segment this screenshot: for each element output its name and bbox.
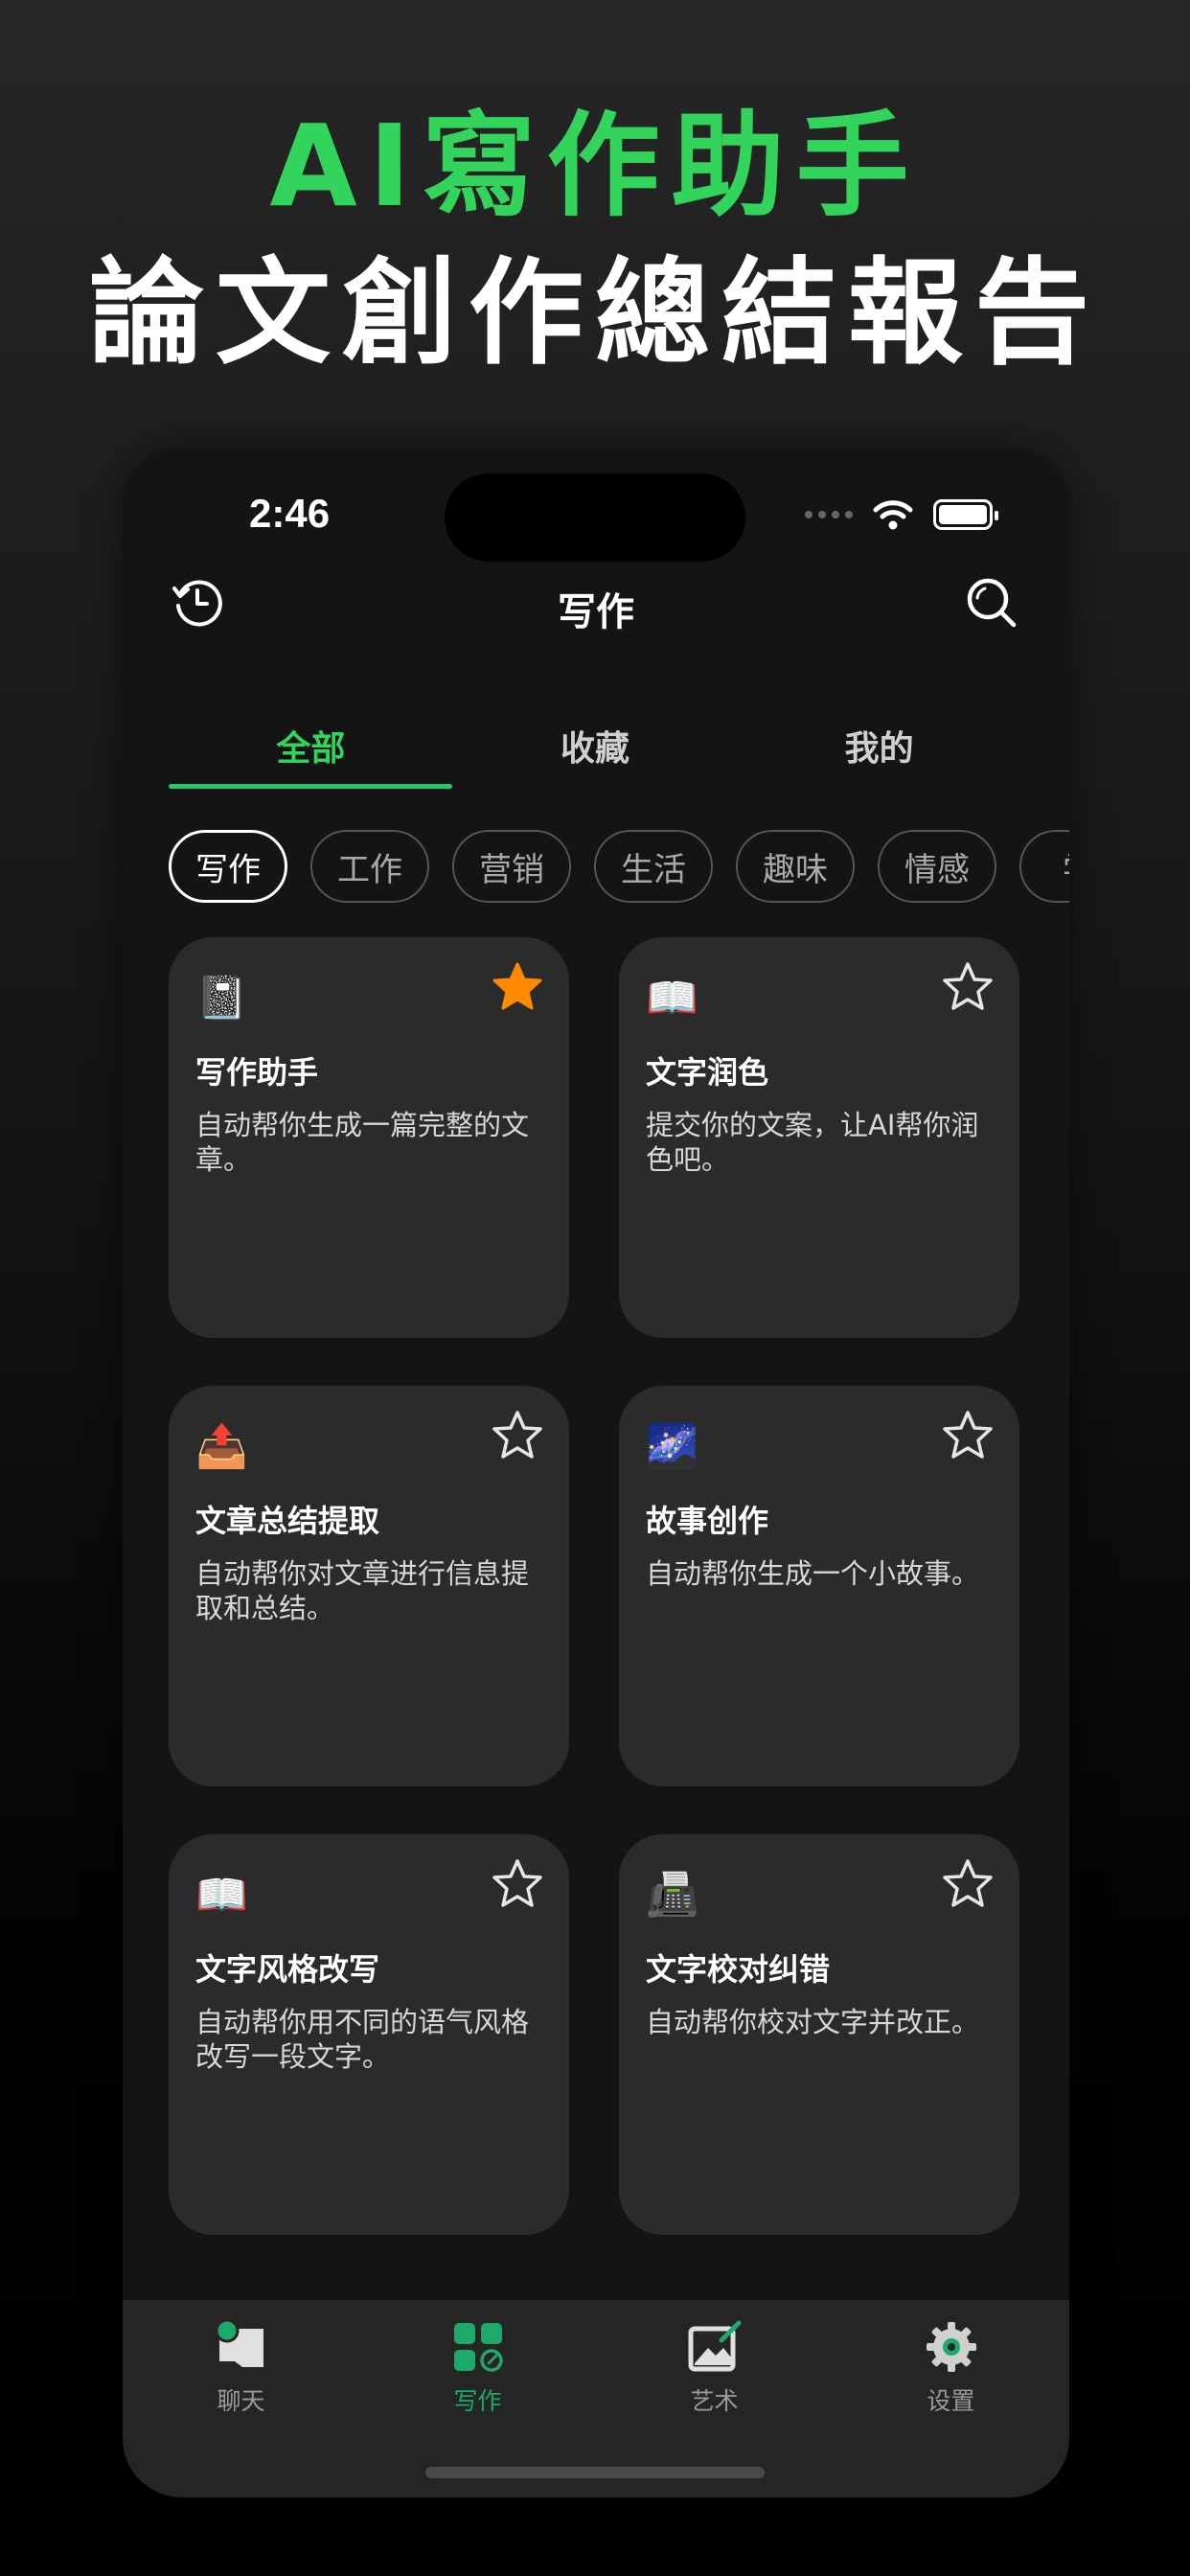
gear-icon — [926, 2322, 976, 2372]
tool-card-text-polish[interactable]: 📖 文字润色 提交你的文案，让AI帮你润色吧。 — [619, 937, 1019, 1338]
card-title: 文章总结提取 — [195, 1503, 380, 1539]
category-tabs: 全部 收藏 我的 — [169, 721, 1021, 778]
tool-card-writing-assistant[interactable]: 📓 写作助手 自动帮你生成一篇完整的文章。 — [169, 937, 569, 1338]
card-description: 自动帮你校对文字并改正。 — [646, 2006, 980, 2038]
status-indicators — [805, 498, 998, 531]
star-outline-icon[interactable] — [941, 1857, 995, 1911]
battery-icon — [933, 499, 998, 530]
cellular-signal-icon — [805, 511, 853, 518]
tabbar-label: 艺术 — [690, 2387, 739, 2415]
tabbar-item-writing[interactable]: 写作 — [359, 2319, 596, 2417]
open-book-icon: 📖 — [195, 1871, 248, 1920]
bottom-tab-bar: 聊天 写作 艺术 设置 — [123, 2300, 1069, 2497]
writing-grid-icon — [453, 2323, 503, 2372]
card-title: 写作助手 — [195, 1054, 319, 1091]
active-tab-indicator — [169, 784, 452, 789]
tabbar-label: 聊天 — [217, 2387, 265, 2415]
search-icon[interactable] — [964, 575, 1019, 631]
home-indicator — [425, 2467, 765, 2478]
night-scene-icon: 🌌 — [646, 1422, 698, 1471]
tool-card-grid: 📓 写作助手 自动帮你生成一篇完整的文章。 📖 文字润色 提交你的文案，让AI帮… — [169, 937, 1019, 2235]
notebook-icon: 📓 — [195, 974, 248, 1023]
promo-headline-title: AI寫作助手 — [269, 100, 921, 232]
card-description: 自动帮你用不同的语气风格改写一段文字。 — [195, 2006, 530, 2073]
card-title: 文字校对纠错 — [646, 1951, 831, 1988]
tabbar-label: 设置 — [927, 2387, 975, 2415]
tab-all[interactable]: 全部 — [169, 721, 453, 778]
favorite-star-icon[interactable] — [491, 960, 544, 1014]
tool-card-article-summary[interactable]: 📤 文章总结提取 自动帮你对文章进行信息提取和总结。 — [169, 1386, 569, 1786]
card-description: 自动帮你对文章进行信息提取和总结。 — [195, 1557, 530, 1624]
tabbar-item-settings[interactable]: 设置 — [833, 2319, 1069, 2417]
art-icon — [688, 2320, 741, 2372]
fax-machine-icon: 📠 — [646, 1871, 698, 1920]
chat-icon — [215, 2319, 263, 2367]
tool-card-story-creation[interactable]: 🌌 故事创作 自动帮你生成一个小故事。 — [619, 1386, 1019, 1786]
card-title: 故事创作 — [646, 1503, 769, 1539]
chip-emotion[interactable]: 情感 — [878, 830, 996, 903]
promo-headline-subtitle: 論文創作總結報告 — [89, 247, 1101, 380]
filter-chips: 写作 工作 营销 生活 趣味 情感 学 — [169, 830, 1069, 907]
tool-card-style-rewrite[interactable]: 📖 文字风格改写 自动帮你用不同的语气风格改写一段文字。 — [169, 1834, 569, 2235]
star-outline-icon[interactable] — [941, 960, 995, 1014]
dynamic-island — [445, 473, 745, 562]
tabbar-label: 写作 — [453, 2387, 502, 2415]
chip-fun[interactable]: 趣味 — [736, 830, 855, 903]
card-title: 文字风格改写 — [195, 1951, 380, 1988]
wifi-icon — [873, 500, 913, 530]
star-outline-icon[interactable] — [941, 1409, 995, 1462]
chip-life[interactable]: 生活 — [594, 830, 713, 903]
open-book-icon: 📖 — [646, 974, 698, 1023]
chip-study[interactable]: 学 — [1019, 830, 1069, 903]
card-description: 提交你的文案，让AI帮你润色吧。 — [646, 1109, 979, 1176]
phone-screen: 2:46 写作 全部 收藏 我的 写作 工作 营销 生活 趣味 情感 学 — [123, 447, 1069, 2497]
card-description: 自动帮你生成一篇完整的文章。 — [195, 1109, 530, 1176]
chip-writing[interactable]: 写作 — [169, 830, 287, 903]
tabbar-item-chat[interactable]: 聊天 — [123, 2319, 359, 2417]
chip-work[interactable]: 工作 — [310, 830, 429, 903]
tabbar-item-art[interactable]: 艺术 — [596, 2319, 833, 2417]
outbox-tray-icon: 📤 — [195, 1422, 248, 1471]
card-title: 文字润色 — [646, 1054, 769, 1091]
star-outline-icon[interactable] — [491, 1857, 544, 1911]
page-title: 写作 — [558, 590, 634, 634]
tool-card-proofreading[interactable]: 📠 文字校对纠错 自动帮你校对文字并改正。 — [619, 1834, 1019, 2235]
status-time: 2:46 — [249, 491, 331, 536]
chip-marketing[interactable]: 营销 — [452, 830, 571, 903]
star-outline-icon[interactable] — [491, 1409, 544, 1462]
tab-mine[interactable]: 我的 — [737, 721, 1021, 778]
tab-favorites[interactable]: 收藏 — [453, 721, 738, 778]
card-description: 自动帮你生成一个小故事。 — [646, 1557, 980, 1590]
